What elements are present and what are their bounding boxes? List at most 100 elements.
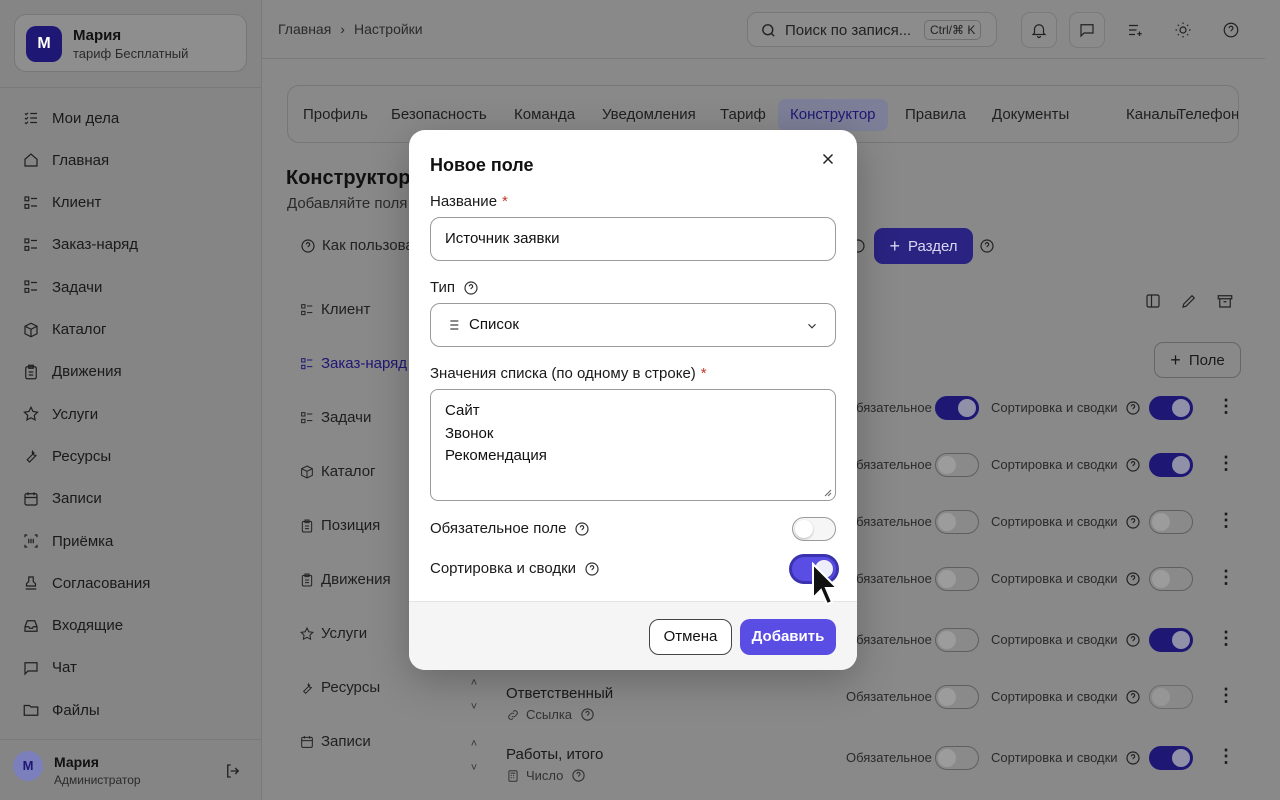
tab[interactable]: Правила [893, 99, 978, 131]
reorder-arrows[interactable]: ˄ ˅ [468, 732, 480, 780]
required-toggle[interactable] [935, 396, 979, 420]
help-icon[interactable] [584, 561, 600, 577]
help-icon[interactable] [1125, 514, 1141, 530]
section-item[interactable]: Ресурсы [299, 679, 380, 696]
add-button[interactable]: Добавить [740, 619, 836, 655]
help-icon[interactable] [571, 768, 586, 783]
reorder-arrows[interactable]: ˄ ˅ [468, 671, 480, 719]
theme-toggle-button[interactable] [1165, 12, 1201, 48]
sort-toggle[interactable] [1149, 510, 1193, 534]
more-menu-icon[interactable]: ⋮ [1217, 686, 1235, 704]
required-toggle[interactable] [935, 510, 979, 534]
required-toggle[interactable] [935, 685, 979, 709]
section-item[interactable]: Записи [299, 733, 371, 750]
required-toggle[interactable] [792, 517, 836, 541]
section-item[interactable]: Заказ-наряд [299, 355, 407, 372]
section-item[interactable]: Каталог [299, 463, 376, 480]
sort-toggle[interactable] [1149, 746, 1193, 770]
star-icon [300, 626, 314, 640]
howto-link[interactable]: Как пользова [300, 237, 414, 254]
sidebar-item[interactable]: Входящие [16, 610, 246, 642]
required-toggle[interactable] [935, 628, 979, 652]
sort-toggle[interactable] [1149, 567, 1193, 591]
help-icon[interactable] [1125, 571, 1141, 587]
add-field-button[interactable]: + Поле [1154, 342, 1241, 378]
sidebar-item[interactable]: Приёмка [16, 525, 246, 557]
sidebar-item[interactable]: Клиент [16, 187, 246, 219]
help-button[interactable] [1213, 12, 1249, 48]
list-icon [24, 280, 37, 294]
messages-button[interactable] [1069, 12, 1105, 48]
section-label: Записи [321, 733, 371, 750]
sidebar-item[interactable]: Ресурсы [16, 440, 246, 472]
account-switcher[interactable]: М Мария тариф Бесплатный [14, 14, 247, 72]
help-icon[interactable] [580, 707, 595, 722]
search-input[interactable]: Поиск по запися... Ctrl/⌘ K [747, 12, 997, 47]
more-menu-icon[interactable]: ⋮ [1217, 747, 1235, 765]
required-toggle[interactable] [935, 567, 979, 591]
more-menu-icon[interactable]: ⋮ [1217, 511, 1235, 529]
edit-button[interactable] [1180, 292, 1198, 315]
more-menu-icon[interactable]: ⋮ [1217, 454, 1235, 472]
help-icon[interactable] [1125, 689, 1141, 705]
sort-toggle[interactable] [1149, 396, 1193, 420]
help-icon[interactable] [1125, 457, 1141, 473]
sidebar-item[interactable]: Файлы [16, 694, 246, 726]
required-toggle[interactable] [935, 746, 979, 770]
more-menu-icon[interactable]: ⋮ [1217, 629, 1235, 647]
notifications-button[interactable] [1021, 12, 1057, 48]
required-toggle[interactable] [935, 453, 979, 477]
tab[interactable]: Документы [980, 99, 1081, 131]
sort-toggle[interactable] [1149, 453, 1193, 477]
type-select[interactable]: Список [430, 303, 836, 347]
help-icon[interactable] [574, 521, 590, 537]
sidebar-toggle-button[interactable] [1144, 292, 1162, 315]
section-item[interactable]: Клиент [299, 301, 370, 318]
help-icon[interactable] [979, 238, 995, 254]
close-icon[interactable] [819, 150, 837, 168]
tab[interactable]: Конструктор [778, 99, 888, 131]
sidebar-item-label: Мои дела [52, 109, 120, 127]
sort-toggle[interactable] [1149, 685, 1193, 709]
tab[interactable]: Тариф [708, 99, 778, 131]
section-item[interactable]: Услуги [299, 625, 367, 642]
tab[interactable]: Профиль [291, 99, 380, 131]
tab[interactable]: Уведомления [590, 99, 708, 131]
help-icon[interactable] [1125, 750, 1141, 766]
help-icon[interactable] [1125, 400, 1141, 416]
section-item[interactable]: Позиция [299, 517, 380, 534]
sidebar-item[interactable]: Главная [16, 144, 246, 176]
cancel-button[interactable]: Отмена [649, 619, 732, 655]
clipboard-icon [301, 519, 313, 532]
archive-button[interactable] [1216, 292, 1234, 315]
breadcrumb-home[interactable]: Главная [278, 21, 331, 37]
logout-icon[interactable] [224, 762, 242, 780]
sidebar-item[interactable]: Каталог [16, 314, 246, 346]
sidebar-item[interactable]: Чат [16, 652, 246, 684]
sort-toggle[interactable] [1149, 628, 1193, 652]
sidebar-item[interactable]: Записи [16, 483, 246, 515]
section-item[interactable]: Задачи [299, 409, 371, 426]
resize-handle-icon[interactable] [824, 489, 832, 497]
help-icon[interactable] [463, 280, 479, 296]
name-field[interactable]: Источник заявки [430, 217, 836, 261]
add-section-button[interactable]: + Раздел [874, 228, 973, 264]
tab[interactable]: Телефония [1165, 99, 1238, 131]
values-textarea[interactable]: Сайт Звонок Рекомендация [430, 389, 836, 501]
tab[interactable]: Команда [502, 99, 587, 131]
tab[interactable]: Безопасность [379, 99, 499, 131]
sidebar-item[interactable]: Согласования [16, 567, 246, 599]
help-icon[interactable] [1125, 632, 1141, 648]
sidebar-item[interactable]: Движения [16, 356, 246, 388]
more-menu-icon[interactable]: ⋮ [1217, 397, 1235, 415]
required-label: Обязательное [846, 514, 932, 529]
help-icon [301, 238, 315, 253]
section-item[interactable]: Движения [299, 571, 391, 588]
required-marker: * [502, 193, 508, 210]
sidebar-item[interactable]: Услуги [16, 398, 246, 430]
sidebar-item[interactable]: Заказ-наряд [16, 229, 246, 261]
sidebar-item[interactable]: Задачи [16, 271, 246, 303]
more-menu-icon[interactable]: ⋮ [1217, 568, 1235, 586]
sidebar-item[interactable]: Мои дела [16, 102, 246, 134]
tasks-button[interactable] [1117, 12, 1153, 48]
